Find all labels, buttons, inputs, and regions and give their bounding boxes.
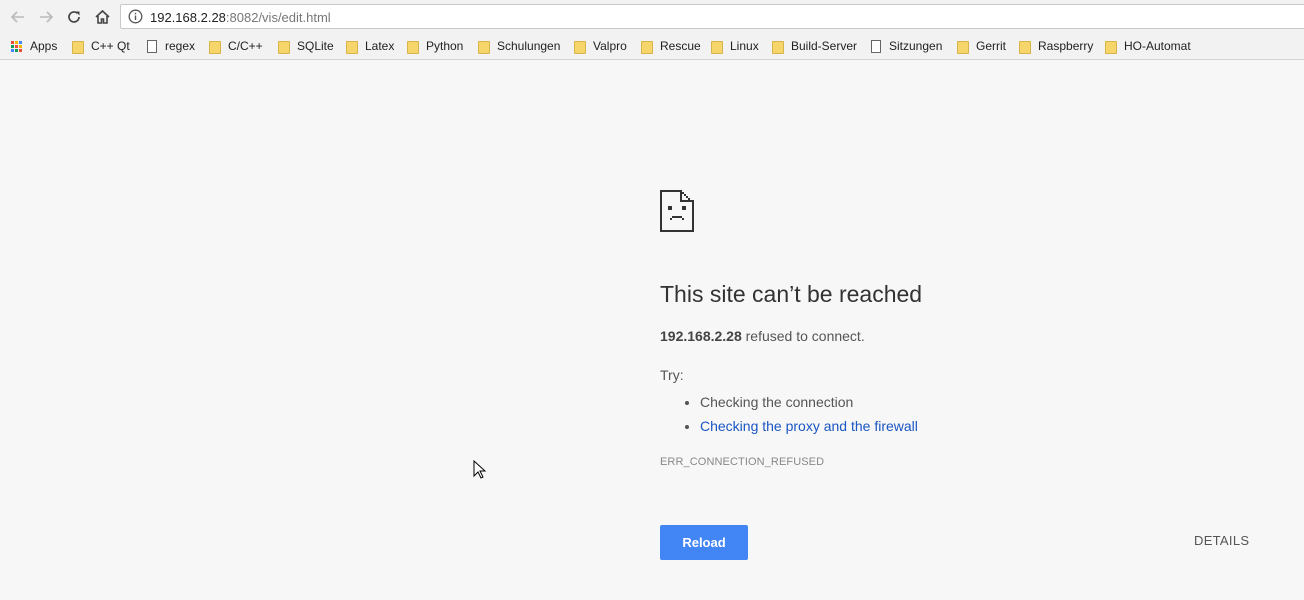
apps-grid-icon	[11, 40, 22, 52]
bookmark-label: C++ Qt	[91, 39, 130, 53]
suggestion-list: Checking the connection Checking the pro…	[660, 390, 918, 438]
bookmark-folder[interactable]: Python	[406, 37, 463, 55]
error-host: 192.168.2.28	[660, 328, 742, 344]
folder-icon	[1018, 39, 1032, 54]
bookmark-page[interactable]: Sitzungen	[869, 37, 942, 55]
suggestion-check-proxy: Checking the proxy and the firewall	[700, 414, 918, 438]
error-message: 192.168.2.28 refused to connect.	[660, 328, 865, 345]
info-icon[interactable]	[128, 9, 143, 24]
sad-page-icon	[660, 190, 694, 232]
folder-icon	[710, 39, 724, 54]
folder-icon	[573, 39, 587, 54]
folder-icon	[771, 39, 785, 54]
check-proxy-link[interactable]: Checking the proxy and the firewall	[700, 418, 918, 434]
bookmark-label: Gerrit	[976, 39, 1006, 53]
folder-icon	[406, 39, 420, 54]
url-host: 192.168.2.28	[150, 10, 226, 25]
folder-icon	[345, 39, 359, 54]
page-icon	[869, 39, 883, 53]
arrow-right-icon	[40, 11, 54, 23]
folder-icon	[1104, 39, 1118, 54]
mouse-cursor-icon	[473, 460, 487, 479]
url-path: :8082/vis/edit.html	[225, 10, 331, 25]
bookmark-folder[interactable]: SQLite	[277, 37, 334, 55]
folder-icon	[71, 39, 85, 54]
address-bar[interactable]: 192.168.2.28:8082/vis/edit.html	[120, 4, 1304, 29]
refresh-icon	[68, 11, 80, 23]
bookmark-apps[interactable]: Apps	[11, 37, 57, 55]
bookmark-label: Python	[426, 39, 464, 53]
bookmark-folder[interactable]: Latex	[345, 37, 394, 55]
details-button[interactable]: DETAILS	[1194, 533, 1249, 548]
bookmark-folder[interactable]: Gerrit	[956, 37, 1006, 55]
bookmark-label: C/C++	[228, 39, 263, 53]
arrow-left-icon	[10, 11, 24, 23]
bookmark-folder[interactable]: Raspberry	[1018, 37, 1093, 55]
bookmark-label: Rescue	[660, 39, 701, 53]
reload-toolbar-button[interactable]	[63, 6, 85, 28]
page-icon	[145, 39, 159, 53]
bookmark-folder[interactable]: C/C++	[208, 37, 263, 55]
bookmark-page[interactable]: regex	[145, 37, 195, 55]
error-code: ERR_CONNECTION_REFUSED	[660, 456, 825, 468]
folder-icon	[277, 39, 291, 54]
bookmark-folder[interactable]: HO-Automat	[1104, 37, 1191, 55]
home-button[interactable]	[91, 6, 113, 28]
forward-button[interactable]	[35, 6, 57, 28]
bookmark-label: regex	[165, 39, 196, 53]
home-icon	[94, 9, 110, 24]
bookmark-folder[interactable]: C++ Qt	[71, 37, 130, 55]
folder-icon	[477, 39, 491, 54]
error-title: This site can’t be reached	[660, 281, 923, 307]
bookmark-label: Build-Server	[791, 39, 858, 53]
back-button[interactable]	[7, 6, 29, 28]
suggestion-text: Checking the connection	[700, 394, 854, 410]
reload-button[interactable]: Reload	[660, 525, 748, 560]
try-label: Try:	[660, 367, 684, 383]
bookmark-label: Schulungen	[497, 39, 561, 53]
folder-icon	[208, 39, 222, 54]
bookmark-folder[interactable]: Schulungen	[477, 37, 560, 55]
bookmark-label: Linux	[730, 39, 759, 53]
bookmarks-bar: Apps C++ Qt regex C/C++ SQLite Latex Pyt…	[0, 34, 1304, 60]
bookmark-label: Sitzungen	[889, 39, 943, 53]
bookmark-label: SQLite	[297, 39, 334, 53]
bookmark-folder[interactable]: Valpro	[573, 37, 627, 55]
folder-icon	[956, 39, 970, 54]
bookmark-label: Apps	[30, 39, 58, 53]
suggestion-check-connection: Checking the connection	[700, 390, 918, 414]
bookmark-label: Valpro	[593, 39, 627, 53]
bookmark-folder[interactable]: Build-Server	[771, 37, 857, 55]
bookmark-folder[interactable]: Linux	[710, 37, 759, 55]
error-message-text: refused to connect.	[741, 328, 865, 344]
bookmark-label: Raspberry	[1038, 39, 1094, 53]
bookmark-label: HO-Automat	[1124, 39, 1191, 53]
url-text: 192.168.2.28:8082/vis/edit.html	[150, 10, 331, 25]
folder-icon	[640, 39, 654, 54]
browser-toolbar: 192.168.2.28:8082/vis/edit.html	[0, 0, 1304, 34]
bookmark-label: Latex	[365, 39, 395, 53]
bookmark-folder[interactable]: Rescue	[640, 37, 701, 55]
